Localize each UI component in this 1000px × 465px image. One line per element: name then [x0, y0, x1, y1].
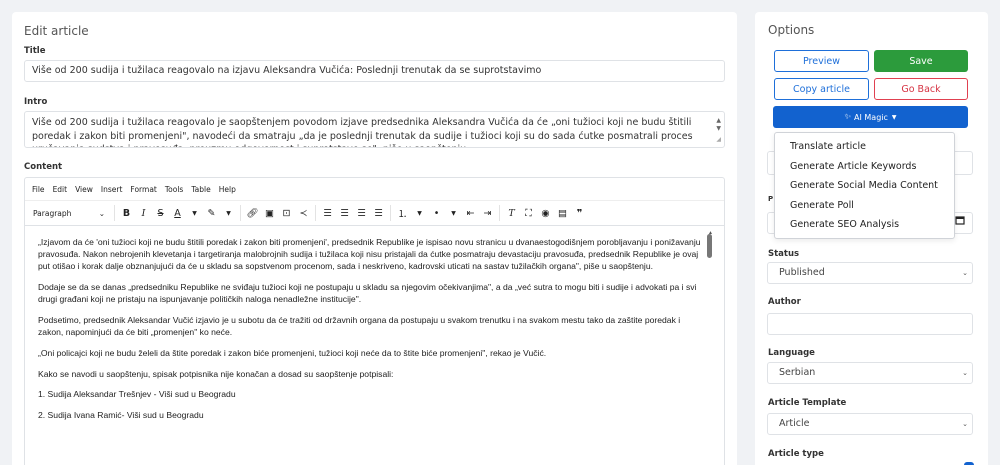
- block-format-value: Paragraph: [33, 208, 72, 218]
- image-icon[interactable]: ▣: [261, 208, 278, 219]
- chevron-down-icon: ⌄: [962, 269, 968, 277]
- template-select[interactable]: Article ⌄: [767, 413, 973, 435]
- strikethrough-icon[interactable]: S: [152, 208, 169, 219]
- outdent-icon[interactable]: ⇤: [462, 208, 479, 219]
- paste-icon[interactable]: ▤: [554, 208, 571, 219]
- language-value: Serbian: [779, 367, 816, 378]
- sparkle-icon: ✨︎: [844, 112, 852, 121]
- preview-button[interactable]: Preview: [774, 50, 869, 72]
- page-title: Edit article: [24, 24, 89, 38]
- menu-insert[interactable]: Insert: [101, 185, 123, 194]
- ai-magic-button[interactable]: ✨︎ AI Magic ▼: [773, 106, 968, 128]
- scroll-up-icon[interactable]: ▲: [716, 118, 721, 124]
- menu-item-translate-article[interactable]: Translate article: [775, 137, 954, 157]
- status-label: Status: [768, 249, 800, 259]
- status-select[interactable]: Published ⌄: [767, 262, 973, 284]
- chevron-down-icon: ⌄: [962, 420, 968, 428]
- content-paragraph: Podsetimo, predsednik Aleksandar Vučić i…: [38, 315, 681, 338]
- preview-eye-icon[interactable]: ◉: [537, 208, 554, 219]
- title-input[interactable]: Više od 200 sudija i tužilaca reagovalo …: [24, 60, 725, 82]
- media-icon[interactable]: ⊡: [278, 208, 295, 219]
- language-select[interactable]: Serbian ⌄: [767, 362, 973, 384]
- content-paragraph: 2. Sudija Ivana Ramić- Viši sud u Beogra…: [38, 410, 204, 421]
- content-paragraph: „Izjavom da će 'oni tužioci koji ne budu…: [38, 237, 701, 272]
- save-button[interactable]: Save: [874, 50, 968, 72]
- status-value: Published: [779, 267, 825, 278]
- intro-label: Intro: [24, 97, 48, 107]
- ai-magic-dropdown: Translate article Generate Article Keywo…: [774, 132, 955, 239]
- menu-file[interactable]: File: [32, 185, 45, 194]
- editor-menubar: File Edit View Insert Format Tools Table…: [25, 178, 724, 200]
- chevron-down-icon[interactable]: ▼: [445, 210, 462, 217]
- menu-item-generate-social-media[interactable]: Generate Social Media Content: [775, 176, 954, 196]
- content-paragraph: „Oni policajci koji ne budu želeli da št…: [38, 347, 547, 358]
- options-title: Options: [768, 23, 815, 37]
- indent-icon[interactable]: ⇥: [479, 208, 496, 219]
- block-format-select[interactable]: Paragraph ⌄: [31, 209, 111, 218]
- menu-format[interactable]: Format: [130, 185, 156, 194]
- content-paragraph: Dodaje se da se danas „predsedniku Repub…: [38, 282, 697, 305]
- menu-item-generate-seo-analysis[interactable]: Generate SEO Analysis: [775, 215, 954, 235]
- bold-icon[interactable]: B: [118, 208, 135, 219]
- rich-text-editor: File Edit View Insert Format Tools Table…: [24, 177, 725, 465]
- menu-item-generate-poll[interactable]: Generate Poll: [775, 196, 954, 216]
- menu-help[interactable]: Help: [219, 185, 236, 194]
- article-type-label: Article type: [768, 449, 824, 459]
- author-label: Author: [768, 297, 801, 307]
- menu-edit[interactable]: Edit: [53, 185, 68, 194]
- text-color-icon[interactable]: A: [169, 208, 186, 219]
- hidden-field-label-fragment: P: [768, 195, 774, 203]
- blockquote-icon[interactable]: ❞: [571, 208, 588, 219]
- intro-textarea[interactable]: Više od 200 sudija i tužilaca reagovalo …: [24, 111, 725, 148]
- template-label: Article Template: [768, 398, 847, 408]
- share-icon[interactable]: ≺: [295, 208, 312, 219]
- numbered-list-icon[interactable]: ⒈: [394, 206, 411, 220]
- chevron-down-icon: ⌄: [962, 369, 968, 377]
- intro-text: Više od 200 sudija i tužilaca reagovalo …: [32, 117, 693, 147]
- menu-view[interactable]: View: [75, 185, 93, 194]
- editor-scrollbar[interactable]: [707, 234, 712, 258]
- toolbar-divider: [114, 205, 115, 221]
- editor-toolbar: Paragraph ⌄ B I S A ▼ ✎ ▼ 🔗︎ ▣ ⊡ ≺ ☰ ☰ ☰ …: [25, 200, 724, 226]
- content-paragraph: 1. Sudija Aleksandar Trešnjev - Viši sud…: [38, 389, 236, 400]
- align-left-icon[interactable]: ☰: [319, 208, 336, 219]
- italic-icon[interactable]: I: [135, 208, 152, 219]
- chevron-down-icon: ⌄: [98, 208, 105, 218]
- copy-article-button[interactable]: Copy article: [774, 78, 869, 100]
- toolbar-divider: [390, 205, 391, 221]
- content-label: Content: [24, 162, 63, 172]
- calendar-icon[interactable]: [955, 215, 965, 225]
- ai-magic-label: AI Magic: [854, 112, 888, 122]
- chevron-down-icon[interactable]: ▼: [411, 210, 428, 217]
- author-input[interactable]: [767, 313, 973, 335]
- go-back-button[interactable]: Go Back: [874, 78, 968, 100]
- align-center-icon[interactable]: ☰: [336, 208, 353, 219]
- chevron-down-icon[interactable]: ▼: [220, 210, 237, 217]
- toolbar-divider: [315, 205, 316, 221]
- align-right-icon[interactable]: ☰: [353, 208, 370, 219]
- highlight-icon[interactable]: ✎: [203, 208, 220, 219]
- title-label: Title: [24, 46, 46, 56]
- caret-down-icon: ▼: [891, 113, 897, 121]
- editor-content[interactable]: „Izjavom da će 'oni tužioci koji ne budu…: [25, 226, 724, 465]
- menu-table[interactable]: Table: [191, 185, 210, 194]
- template-value: Article: [779, 418, 810, 429]
- language-label: Language: [768, 348, 815, 358]
- content-paragraph: Kako se navodi u saopštenju, spisak potp…: [38, 368, 394, 379]
- clear-formatting-icon[interactable]: T: [503, 208, 520, 219]
- resize-handle-icon[interactable]: ◢: [716, 137, 721, 143]
- bullet-list-icon[interactable]: •: [428, 208, 445, 219]
- toolbar-divider: [499, 205, 500, 221]
- menu-item-generate-keywords[interactable]: Generate Article Keywords: [775, 157, 954, 177]
- fullscreen-icon[interactable]: ⛶: [520, 208, 537, 219]
- scroll-down-icon[interactable]: ▼: [716, 126, 721, 132]
- toolbar-divider: [240, 205, 241, 221]
- link-icon[interactable]: 🔗︎: [244, 208, 261, 219]
- menu-tools[interactable]: Tools: [165, 185, 183, 194]
- chevron-down-icon[interactable]: ▼: [186, 210, 203, 217]
- align-justify-icon[interactable]: ☰: [370, 208, 387, 219]
- edit-article-card: Edit article Title Više od 200 sudija i …: [12, 12, 737, 465]
